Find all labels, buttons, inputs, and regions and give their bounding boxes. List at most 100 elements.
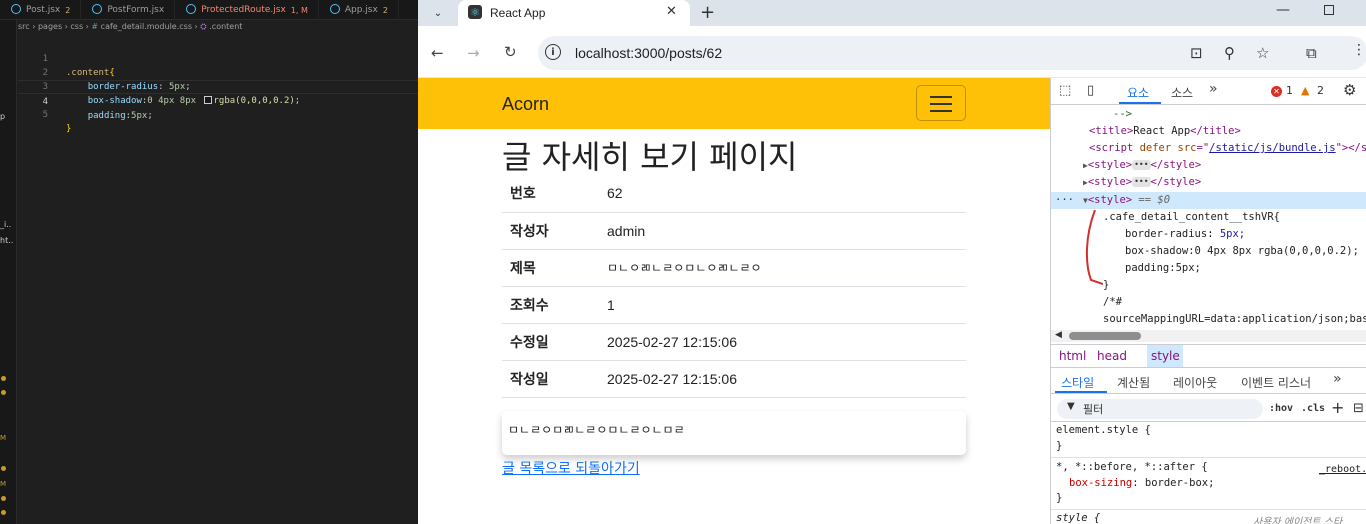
navbar-brand[interactable]: Acorn: [502, 94, 549, 115]
script-src-link[interactable]: /static/js/bundle.js: [1209, 142, 1335, 154]
dom-line[interactable]: /*#: [1103, 294, 1122, 311]
code-editor[interactable]: 1 .content{ 2 border-radius: 5px; 3 box-…: [18, 38, 418, 134]
element-style-rule[interactable]: element.style {: [1056, 424, 1151, 436]
tab-search-chevron-icon[interactable]: ⌄: [428, 3, 448, 23]
reload-icon[interactable]: ↻: [504, 43, 517, 61]
dom-line[interactable]: .cafe_detail_content__tshVR{: [1103, 209, 1280, 226]
explorer-fragment: ht..: [0, 236, 14, 245]
hover-state-toggle[interactable]: :hov: [1269, 403, 1293, 414]
tag-name: style: [1094, 176, 1126, 188]
subtab-layout[interactable]: 레이아웃: [1173, 374, 1217, 391]
rule-close: }: [1056, 440, 1063, 452]
dom-line[interactable]: ▶<style> ••• </style>: [1083, 157, 1201, 174]
styles-subtabs: 스타일 계산됨 레이아웃 이벤트 리스너 »: [1051, 370, 1366, 394]
dom-line-selected[interactable]: ▼<style> == $0: [1083, 192, 1170, 209]
devtools-tab-sources[interactable]: 소스: [1171, 84, 1193, 101]
collapsed-ellipsis-icon[interactable]: •••: [1132, 177, 1151, 187]
warning-count[interactable]: 2: [1317, 84, 1324, 97]
bookmark-star-icon[interactable]: ☆: [1256, 44, 1269, 62]
forward-arrow-icon[interactable]: →: [467, 44, 480, 62]
toggle-element-state-icon[interactable]: ⊟: [1353, 401, 1364, 416]
window-maximize-icon[interactable]: [1324, 5, 1334, 15]
scrollbar-thumb[interactable]: [1069, 332, 1141, 340]
subtab-event-listeners[interactable]: 이벤트 리스너: [1241, 374, 1311, 391]
editor-tab-post[interactable]: Post.jsx 2: [0, 0, 82, 20]
modified-marker: M: [0, 480, 7, 488]
device-toolbar-icon[interactable]: ▯: [1087, 83, 1094, 98]
rule-declaration[interactable]: box-sizing: border-box;: [1069, 477, 1214, 489]
css-property: padding: [87, 111, 126, 121]
more-tabs-chevron-icon[interactable]: »: [1209, 81, 1218, 97]
editor-tab-protectedroute[interactable]: ProtectedRoute.jsx 1, M: [175, 0, 319, 20]
address-url[interactable]: localhost:3000/posts/62: [575, 45, 722, 61]
dom-line[interactable]: <script defer src="/static/js/bundle.js"…: [1089, 140, 1366, 157]
inspect-element-icon[interactable]: ⬚: [1059, 83, 1071, 98]
editor-tab-app[interactable]: App.jsx 2: [319, 0, 399, 20]
dom-line[interactable]: padding:5px;: [1125, 260, 1201, 277]
modified-dot-icon: [1, 376, 6, 381]
dom-line[interactable]: }: [1103, 277, 1109, 294]
install-app-icon[interactable]: ⊡: [1190, 44, 1203, 62]
dom-line[interactable]: ▶<style> ••• </style>: [1083, 174, 1201, 191]
devtools-tab-elements[interactable]: 요소: [1127, 84, 1149, 101]
back-to-list-link[interactable]: 글 목록으로 되돌아가기: [502, 458, 640, 478]
css-text: /*#: [1103, 296, 1122, 308]
rule-source-link[interactable]: _reboot.: [1319, 464, 1366, 475]
error-icon[interactable]: ✕: [1271, 86, 1282, 97]
editor-tab-bar: Post.jsx 2 PostForm.jsx ProtectedRoute.j…: [0, 0, 418, 20]
breadcrumb-symbol: .content: [209, 22, 243, 31]
navbar-toggler-button[interactable]: [916, 85, 966, 121]
tag-name: style: [1094, 194, 1126, 206]
editor-breadcrumb[interactable]: src › pages › css › # cafe_detail.module…: [18, 22, 242, 32]
warning-icon[interactable]: ▲: [1301, 84, 1309, 97]
row-label: 조회수: [502, 286, 599, 324]
gear-icon[interactable]: ⚙: [1343, 81, 1356, 99]
dom-line[interactable]: border-radius: 5px;: [1125, 226, 1245, 243]
css-text: 5px;: [1219, 228, 1246, 240]
error-count[interactable]: 1: [1286, 84, 1293, 97]
tag-name: style: [1163, 159, 1195, 171]
dom-line-selected[interactable]: ···: [1055, 192, 1074, 209]
scroll-left-arrow-icon[interactable]: ◀: [1055, 330, 1062, 340]
crumb-style[interactable]: style: [1151, 349, 1180, 363]
dom-line[interactable]: <title>React App</title>: [1089, 123, 1241, 140]
dom-line[interactable]: box-shadow:0 4px 8px rgba(0,0,0,0.2);: [1125, 243, 1359, 260]
editor-tab-postform[interactable]: PostForm.jsx: [81, 0, 176, 20]
ua-style-rule-selector[interactable]: style {: [1056, 512, 1100, 524]
browser-tab-active[interactable]: ⚛ React App ✕: [458, 0, 690, 26]
subtab-computed[interactable]: 계산됨: [1117, 374, 1150, 391]
crumb-html[interactable]: html: [1059, 349, 1086, 363]
breadcrumb-file: cafe_detail.module.css: [100, 22, 192, 31]
crumb-head[interactable]: head: [1097, 349, 1127, 363]
new-tab-plus-icon[interactable]: +: [700, 2, 715, 23]
active-tab-underline: [1119, 102, 1161, 104]
filter-placeholder: 필터: [1083, 403, 1104, 416]
breadcrumb-separator: ›: [194, 22, 198, 31]
row-value: 2025-02-27 12:15:06: [599, 360, 966, 398]
universal-rule-selector[interactable]: *, *::before, *::after {: [1056, 461, 1208, 473]
browser-menu-icon[interactable]: ⋮: [1352, 42, 1366, 58]
code-line: 1 .content{: [18, 38, 418, 78]
new-style-rule-plus-icon[interactable]: +: [1331, 398, 1344, 417]
more-subtabs-chevron-icon[interactable]: »: [1333, 371, 1342, 387]
table-row: 작성자 admin: [502, 212, 966, 250]
vscode-editor-pane: Post.jsx 2 PostForm.jsx ProtectedRoute.j…: [0, 0, 418, 524]
post-detail-table: 번호 62 작성자 admin 제목 ㅁㄴㅇㄻㄴㄹㅇㅁㄴㅇㄻㄴㄹㅇ 조회수 1 수정일 2…: [502, 175, 966, 398]
collapsed-ellipsis-icon[interactable]: •••: [1132, 160, 1151, 170]
row-value: admin: [599, 212, 966, 250]
back-arrow-icon[interactable]: ←: [431, 44, 444, 62]
class-toggle[interactable]: .cls: [1301, 403, 1325, 414]
subtab-styles[interactable]: 스타일: [1061, 374, 1094, 391]
node-actions-icon[interactable]: ···: [1055, 194, 1074, 206]
zoom-icon[interactable]: ⚲: [1224, 44, 1235, 62]
tab-close-icon[interactable]: ✕: [666, 4, 677, 19]
dom-line[interactable]: sourceMappingURL=data:application/json;b…: [1103, 311, 1366, 328]
site-info-icon[interactable]: i: [545, 44, 561, 60]
window-minimize-icon[interactable]: —: [1276, 2, 1290, 18]
line-number: 5: [42, 110, 48, 120]
hamburger-icon: [930, 110, 952, 112]
dom-line[interactable]: -->: [1113, 106, 1132, 123]
css-text: padding:5px;: [1125, 262, 1201, 274]
attr-name: src: [1177, 142, 1197, 154]
extensions-puzzle-icon[interactable]: ⧉: [1306, 44, 1317, 62]
